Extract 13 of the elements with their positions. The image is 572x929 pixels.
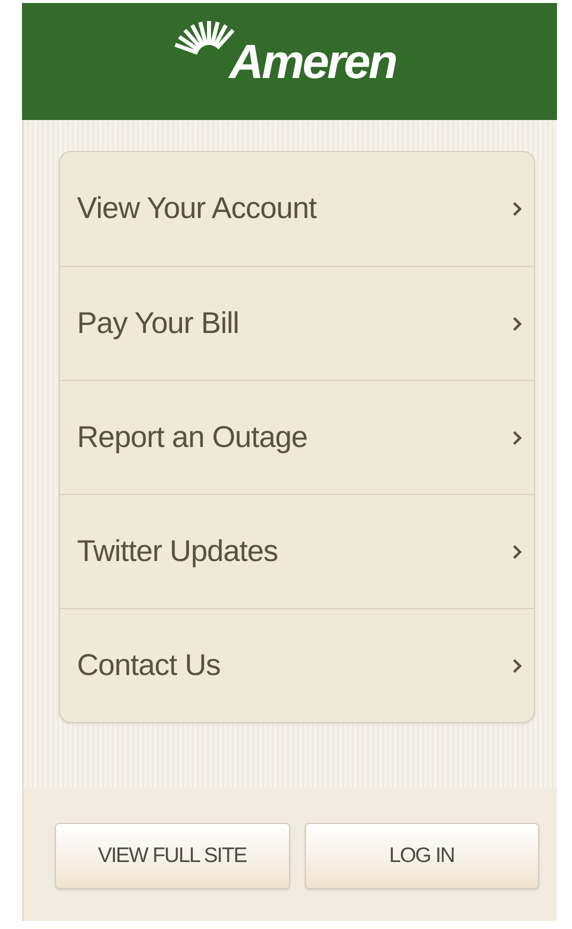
menu-item[interactable]: Contact Us [60, 608, 534, 722]
menu-item[interactable]: Twitter Updates [60, 494, 534, 608]
chevron-icon [512, 656, 522, 674]
footer-button[interactable]: LOG IN [304, 823, 539, 889]
chevron-icon [512, 542, 522, 560]
logo-text: Ameren [229, 38, 396, 86]
chevron-icon [512, 200, 522, 218]
chevron-icon [512, 314, 522, 332]
menu-item[interactable]: Pay Your Bill [60, 266, 534, 380]
chevron-icon [512, 428, 522, 446]
menu-item[interactable]: Report an Outage [60, 380, 534, 494]
menu-item[interactable]: View Your Account [60, 152, 534, 266]
footer-button[interactable]: VIEW FULL SITE [55, 823, 290, 889]
